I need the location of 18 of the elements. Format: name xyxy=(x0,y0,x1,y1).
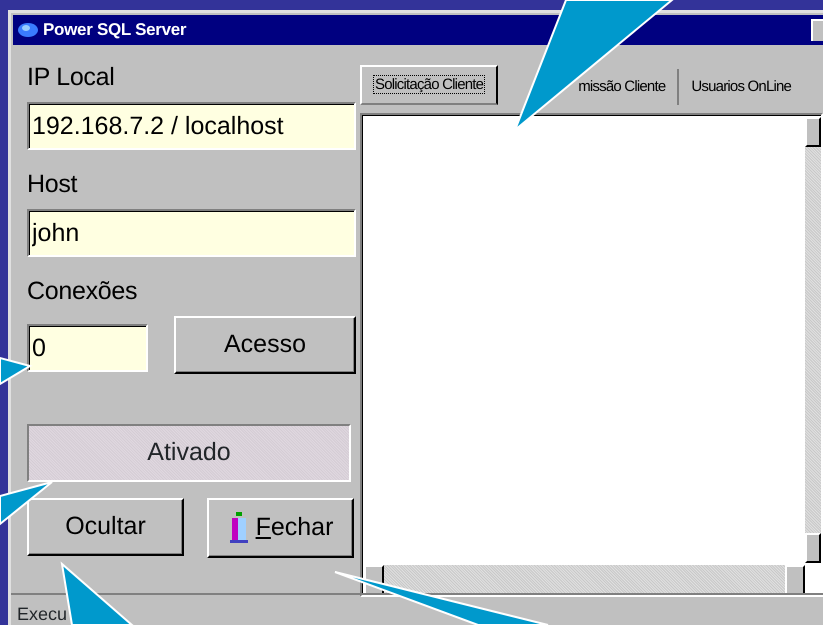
tab[interactable]: Solicitação Cliente xyxy=(360,65,498,105)
connections-label: Conexões xyxy=(27,279,138,304)
field-label: IP Local xyxy=(27,65,116,90)
status-panel: Ativado xyxy=(27,424,351,482)
scrollbar[interactable] xyxy=(805,117,821,563)
door-icon xyxy=(228,512,250,544)
globe-icon xyxy=(17,22,39,38)
input-field[interactable]: 0 xyxy=(27,324,148,372)
access-button[interactable]: Acesso xyxy=(174,316,356,374)
close-app-button[interactable]: Fechar xyxy=(207,498,354,558)
status-text: Execu xyxy=(17,604,68,624)
window-title: Power SQL Server xyxy=(43,19,186,42)
field-label: Host xyxy=(27,172,78,197)
hide-button[interactable]: Ocultar xyxy=(27,498,184,556)
input-field[interactable]: 192.168.7.2 / localhost xyxy=(27,102,356,150)
callout-arrow xyxy=(0,481,53,526)
scrollbar[interactable] xyxy=(364,565,805,595)
callout-arrow xyxy=(0,356,33,386)
